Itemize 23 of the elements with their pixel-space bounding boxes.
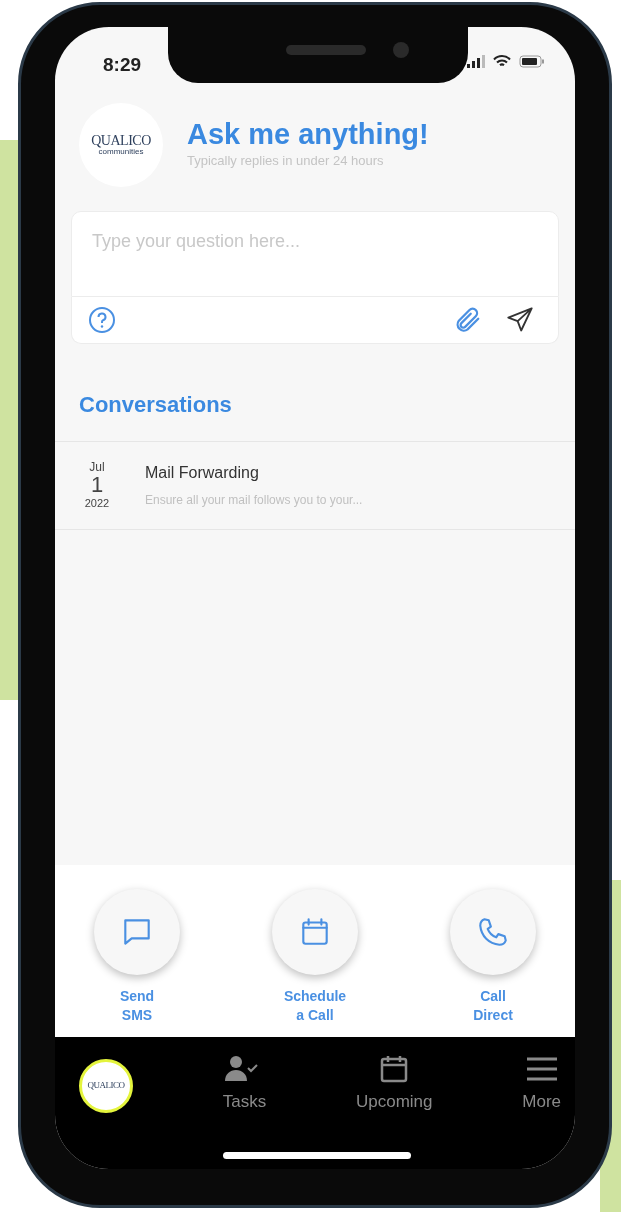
action-label[interactable]: Call Direct (473, 987, 513, 1025)
chat-title: Ask me anything! (187, 119, 429, 152)
action-circle[interactable] (450, 889, 536, 976)
action-label[interactable]: Send SMS (119, 987, 155, 1025)
tab-item[interactable]: Tasks (222, 1053, 267, 1115)
date-year: 2022 (84, 496, 110, 511)
wifi-icon (493, 55, 511, 68)
status-time: 8:29 (103, 55, 142, 74)
tab-item[interactable]: Upcoming (355, 1053, 433, 1115)
action-circle[interactable] (272, 889, 358, 976)
date-month: Jul (89, 460, 105, 475)
help-icon[interactable] (88, 306, 116, 334)
action-circle[interactable] (94, 889, 180, 976)
section-heading: Conversations (78, 391, 233, 419)
battery-icon (519, 55, 545, 68)
date-day: 1 (90, 474, 104, 497)
action-label[interactable]: Schedule a Call (283, 987, 347, 1025)
conversation-title: Mail Forwarding (145, 463, 260, 484)
tab-item[interactable]: More (522, 1053, 561, 1115)
company-logo: QUALICO communities (79, 103, 163, 187)
send-icon[interactable] (506, 306, 534, 334)
signal-icon (467, 55, 485, 68)
logo-tab[interactable]: QUALICO (79, 1059, 133, 1113)
